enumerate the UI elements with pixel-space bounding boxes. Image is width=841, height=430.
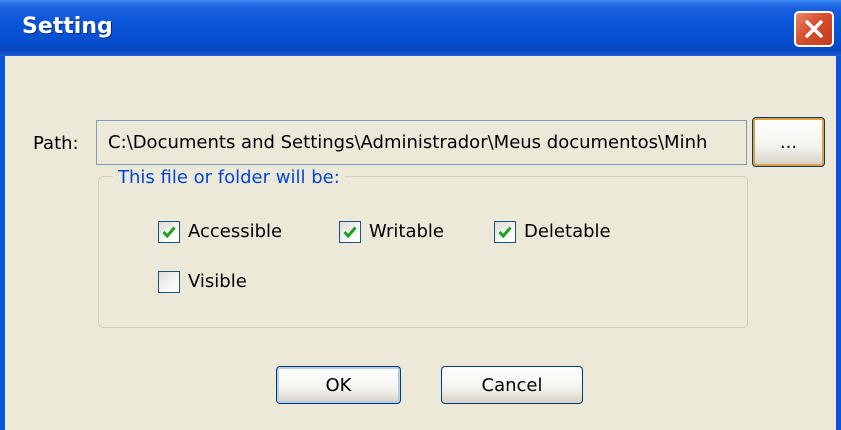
browse-button[interactable]: ...	[752, 117, 825, 167]
path-value: C:\Documents and Settings\Administrador\…	[108, 132, 708, 153]
path-field[interactable]: C:\Documents and Settings\Administrador\…	[96, 120, 747, 165]
close-button[interactable]	[794, 11, 834, 47]
checkbox-box	[158, 271, 180, 293]
path-label-text: Path:	[33, 133, 79, 154]
checkbox-box	[494, 221, 516, 243]
checkmark-icon	[498, 226, 512, 239]
window-frame-right	[836, 56, 841, 430]
checkbox-box	[339, 221, 361, 243]
checkbox-box	[158, 221, 180, 243]
window-frame-left	[0, 56, 5, 430]
title-bar[interactable]: Setting	[0, 0, 841, 56]
permissions-group	[98, 176, 748, 328]
ok-button-label: OK	[325, 375, 352, 396]
close-icon	[805, 20, 823, 38]
window-title: Setting	[22, 14, 113, 39]
checkmark-icon	[162, 226, 176, 239]
permissions-group-legend: This file or folder will be:	[113, 167, 345, 188]
setting-dialog: Setting Path: C:\Documents and Settings\…	[0, 0, 841, 430]
browse-button-label: ...	[779, 132, 798, 153]
writable-label: Writable	[369, 221, 444, 242]
cancel-button-label: Cancel	[481, 375, 543, 396]
visible-label: Visible	[188, 271, 247, 292]
accessible-label: Accessible	[188, 221, 283, 242]
path-label: Path:	[33, 133, 79, 154]
checkmark-icon	[343, 226, 357, 239]
ok-button[interactable]: OK	[276, 366, 401, 404]
deletable-label: Deletable	[524, 221, 611, 242]
cancel-button[interactable]: Cancel	[441, 366, 583, 404]
